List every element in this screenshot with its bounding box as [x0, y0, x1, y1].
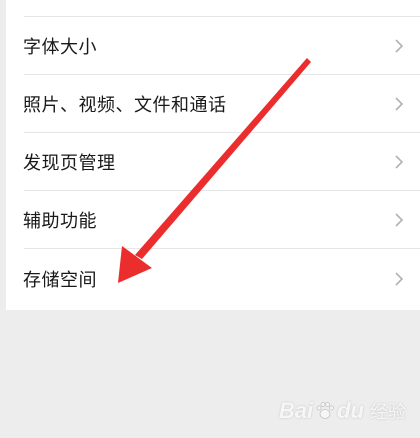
- settings-page: 字体大小 照片、视频、文件和通话 发现页管理 辅助功能 存储空间 Bai du …: [0, 0, 420, 438]
- watermark-brand: Bai: [278, 398, 314, 423]
- settings-list: 字体大小 照片、视频、文件和通话 发现页管理 辅助功能 存储空间: [6, 0, 420, 310]
- paw-icon: [316, 402, 335, 419]
- settings-item-storage[interactable]: 存储空间: [6, 250, 420, 308]
- chevron-right-icon: [395, 97, 404, 111]
- watermark-suffix: 经验: [370, 402, 406, 423]
- settings-item-label: 辅助功能: [23, 211, 97, 232]
- row-divider: [24, 248, 420, 249]
- chevron-right-icon: [395, 155, 404, 169]
- chevron-right-icon: [395, 39, 404, 53]
- chevron-right-icon: [395, 272, 404, 286]
- settings-item-label: 发现页管理: [23, 153, 116, 174]
- settings-item-label: 字体大小: [23, 37, 97, 58]
- settings-item-label: 照片、视频、文件和通话: [23, 95, 227, 116]
- settings-item-label: 存储空间: [23, 270, 97, 291]
- settings-item-photos-videos-files-calls[interactable]: 照片、视频、文件和通话: [6, 75, 420, 133]
- watermark: Bai du 经验: [279, 398, 406, 424]
- settings-item-font-size[interactable]: 字体大小: [6, 17, 420, 75]
- settings-item-accessibility[interactable]: 辅助功能: [6, 191, 420, 249]
- chevron-right-icon: [395, 213, 404, 227]
- settings-item-discover-management[interactable]: 发现页管理: [6, 133, 420, 191]
- watermark-brand-tail: du: [337, 398, 364, 423]
